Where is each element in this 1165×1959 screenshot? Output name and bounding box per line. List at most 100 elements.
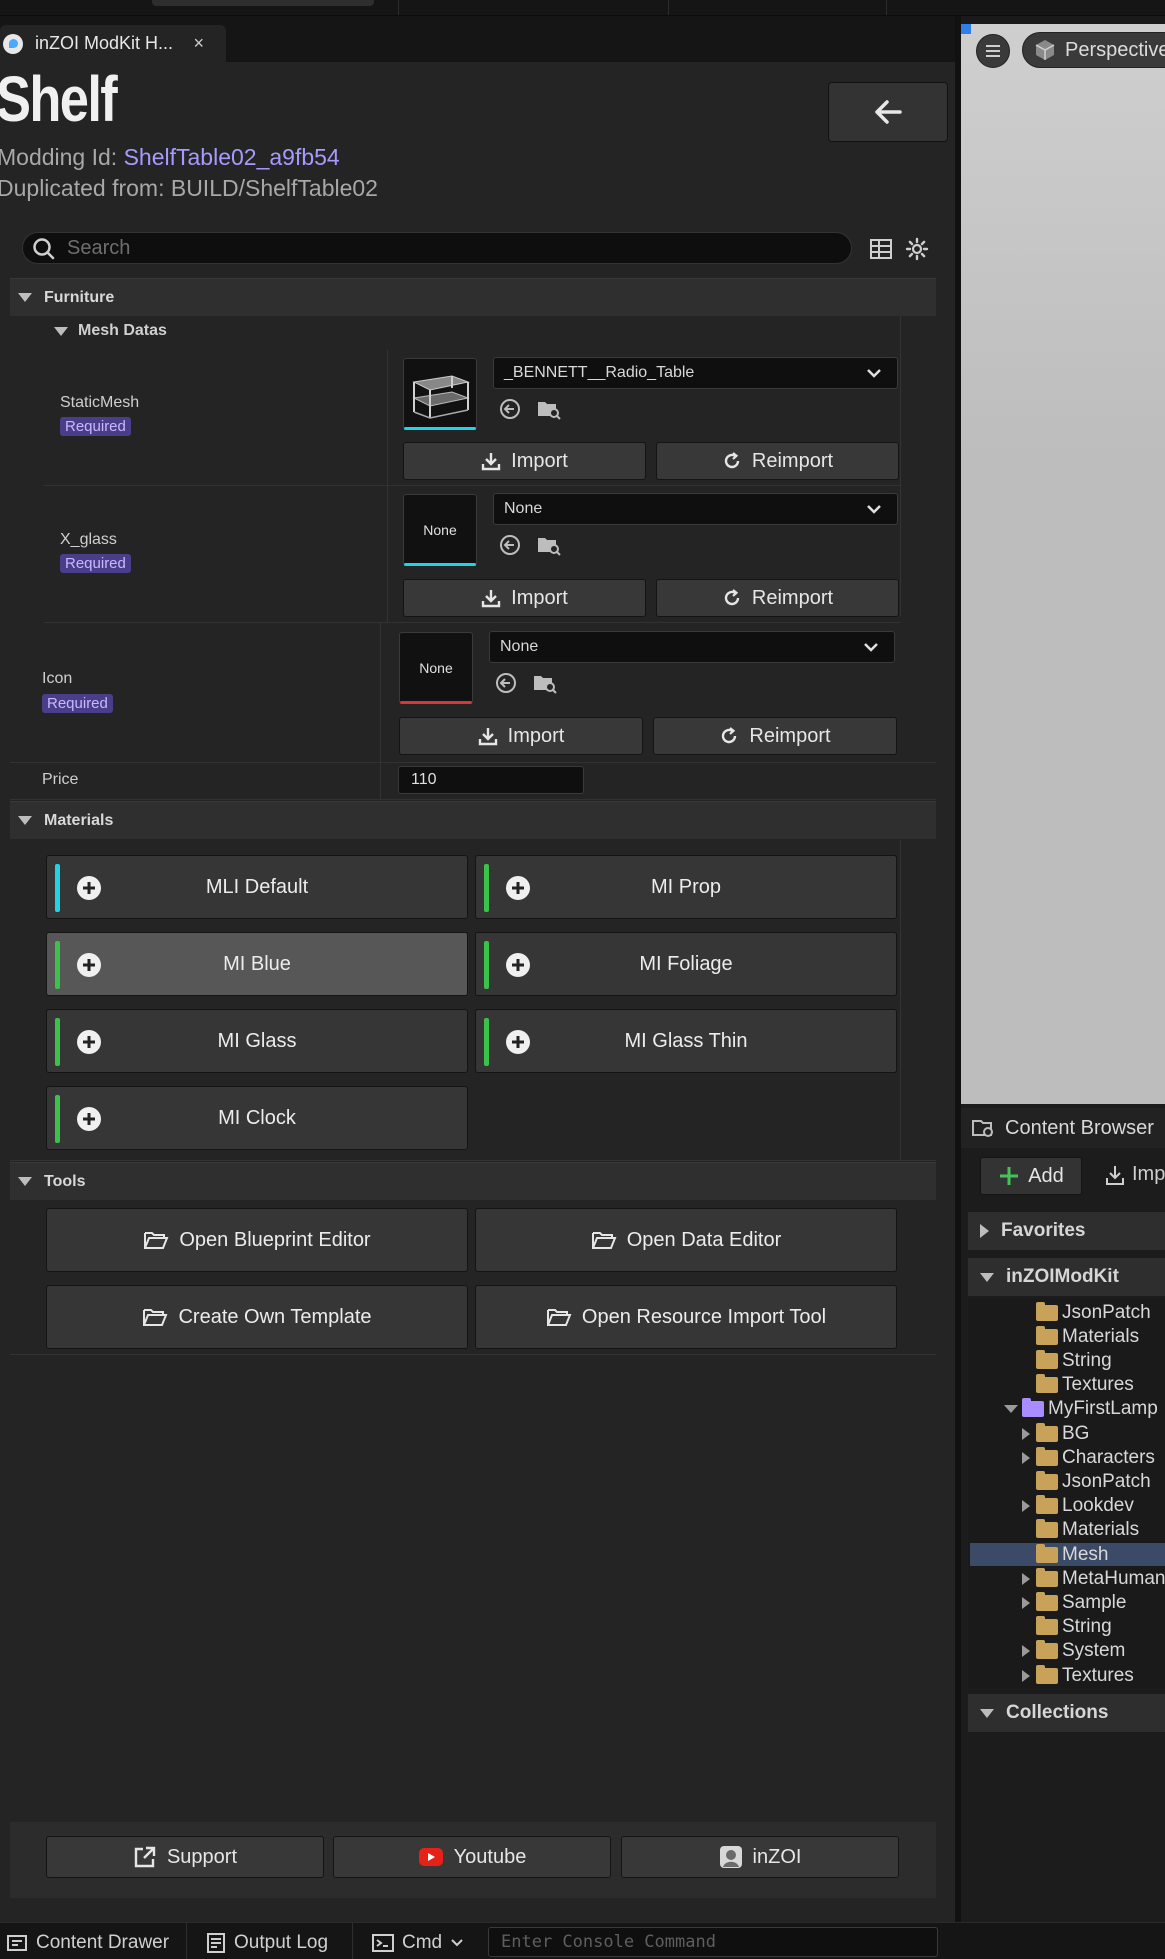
column-divider [900,316,901,616]
reimport-label: Reimport [749,724,831,747]
folder-tree-item[interactable]: MyFirstLamp [1004,1398,1165,1421]
tool-button[interactable]: Open Data Editor [475,1208,897,1272]
youtube-button[interactable]: Youtube [333,1836,611,1878]
expand-arrow-icon[interactable] [1022,1572,1030,1585]
icon-import-button[interactable]: Import [399,717,643,755]
folder-tree-item[interactable]: BG [1022,1422,1165,1445]
material-button[interactable]: MI Prop [475,855,897,919]
folder-tree-item[interactable]: JsonPatch [1022,1470,1165,1493]
xglass-reimport-button[interactable]: Reimport [656,579,899,617]
use-selected-asset-icon[interactable] [497,396,523,422]
folder-label: JsonPatch [1062,1470,1151,1492]
browse-asset-icon[interactable] [532,670,558,696]
folder-tree-item[interactable]: MetaHuman [1022,1567,1165,1590]
icon-reimport-button[interactable]: Reimport [653,717,897,755]
folder-tree-item[interactable]: Materials [1022,1519,1165,1542]
xglass-import-button[interactable]: Import [403,579,646,617]
xglass-thumbnail[interactable]: None [403,494,477,566]
icon-asset-select[interactable]: None [489,631,895,663]
material-button[interactable]: MI Blue [46,932,468,996]
support-button[interactable]: Support [46,1836,324,1878]
import-button[interactable]: Imp [1104,1163,1165,1186]
folder-icon [1036,1519,1058,1539]
material-label: MI Foliage [639,952,733,975]
external-link-icon [134,1846,156,1868]
tool-button[interactable]: Open Blueprint Editor [46,1208,468,1272]
materials-section-header[interactable]: Materials [10,801,936,839]
material-button[interactable]: MI Clock [46,1086,468,1150]
expand-arrow-icon[interactable] [1022,1500,1030,1513]
expand-arrow-icon[interactable] [1022,1596,1030,1609]
xglass-asset-select[interactable]: None [493,493,898,525]
material-button[interactable]: MI Glass [46,1009,468,1073]
search-input[interactable]: Search [67,237,130,260]
search-field[interactable]: Search [22,232,852,264]
divider [10,1160,936,1161]
collections-section[interactable]: Collections [968,1694,1165,1732]
staticmesh-reimport-button[interactable]: Reimport [656,442,899,480]
staticmesh-import-button[interactable]: Import [403,442,646,480]
required-badge: Required [60,554,131,573]
tool-label: Create Own Template [178,1305,372,1328]
tools-section-header[interactable]: Tools [10,1162,936,1200]
staticmesh-asset-select[interactable]: _BENNETT__Radio_Table [493,357,898,389]
folder-tree-item[interactable]: Lookdev [1022,1495,1165,1518]
expand-arrow-icon[interactable] [1022,1451,1030,1464]
favorites-section[interactable]: Favorites [968,1212,1165,1250]
inzoi-label: inZOI [752,1845,802,1868]
viewport-corner-marker [961,24,971,34]
collapse-arrow-icon [18,816,32,825]
folder-tree-item[interactable]: String [1022,1616,1165,1639]
folder-tree-item[interactable]: Sample [1022,1591,1165,1614]
browse-asset-icon[interactable] [536,532,562,558]
add-button[interactable]: Add [980,1157,1082,1195]
output-log-button[interactable]: Output Log [206,1932,328,1954]
tool-button[interactable]: Open Resource Import Tool [475,1285,897,1349]
furniture-section-header[interactable]: Furniture [10,278,936,316]
expand-arrow-icon[interactable] [1022,1427,1030,1440]
viewport-menu-button[interactable] [976,34,1010,68]
tool-button[interactable]: Create Own Template [46,1285,468,1349]
staticmesh-thumbnail[interactable] [403,358,477,430]
folder-tree-item[interactable]: Mesh [970,1543,1165,1566]
tab-inzoi-modkit[interactable]: inZOI ModKit H... × [0,25,226,62]
content-browser-title: Content Browser [1005,1116,1154,1139]
cmd-dropdown[interactable]: Cmd [372,1932,464,1954]
required-badge: Required [42,694,113,713]
inzoi-button[interactable]: inZOI [621,1836,899,1878]
expand-arrow-icon[interactable] [1022,1669,1030,1682]
console-command-input[interactable]: Enter Console Command [488,1927,938,1957]
furniture-section-title: Furniture [44,288,115,306]
use-selected-asset-icon[interactable] [493,670,519,696]
folder-tree-item[interactable]: Materials [1022,1325,1165,1348]
collapse-arrow-icon[interactable] [1004,1405,1018,1414]
price-input[interactable]: 110 [398,766,584,794]
browse-asset-icon[interactable] [536,396,562,422]
settings-gear-icon[interactable] [904,236,930,262]
back-button[interactable] [828,82,948,142]
material-button[interactable]: MLI Default [46,855,468,919]
content-browser-tab[interactable]: Content Browser [961,1108,1165,1148]
expand-arrow-icon[interactable] [1022,1645,1030,1658]
mesh-datas-header[interactable]: Mesh Datas [50,322,167,340]
folder-tree-item[interactable]: Characters [1022,1446,1165,1469]
table-view-icon[interactable] [868,236,894,262]
folder-tree-item[interactable]: Textures [1022,1374,1165,1397]
close-icon[interactable]: × [193,33,204,54]
folder-tree-item[interactable]: JsonPatch [1022,1301,1165,1324]
material-label: MI Glass Thin [624,1029,748,1052]
icon-thumbnail[interactable]: None [399,632,473,704]
use-selected-asset-icon[interactable] [497,532,523,558]
material-button[interactable]: MI Foliage [475,932,897,996]
content-drawer-button[interactable]: Content Drawer [6,1932,169,1954]
staticmesh-label: StaticMesh [60,394,140,411]
folder-tree-item[interactable]: System [1022,1640,1165,1663]
perspective-button[interactable]: Perspective [1022,32,1165,68]
inzoimodkit-section[interactable]: inZOIModKit [968,1258,1165,1296]
modding-id: Modding Id: ShelfTable02_a9fb54 [0,144,340,171]
folder-tree-item[interactable]: Textures [1022,1664,1165,1687]
material-button[interactable]: MI Glass Thin [475,1009,897,1073]
top-strip-divider [398,0,399,15]
level-viewport[interactable] [961,24,1165,1104]
folder-tree-item[interactable]: String [1022,1349,1165,1372]
